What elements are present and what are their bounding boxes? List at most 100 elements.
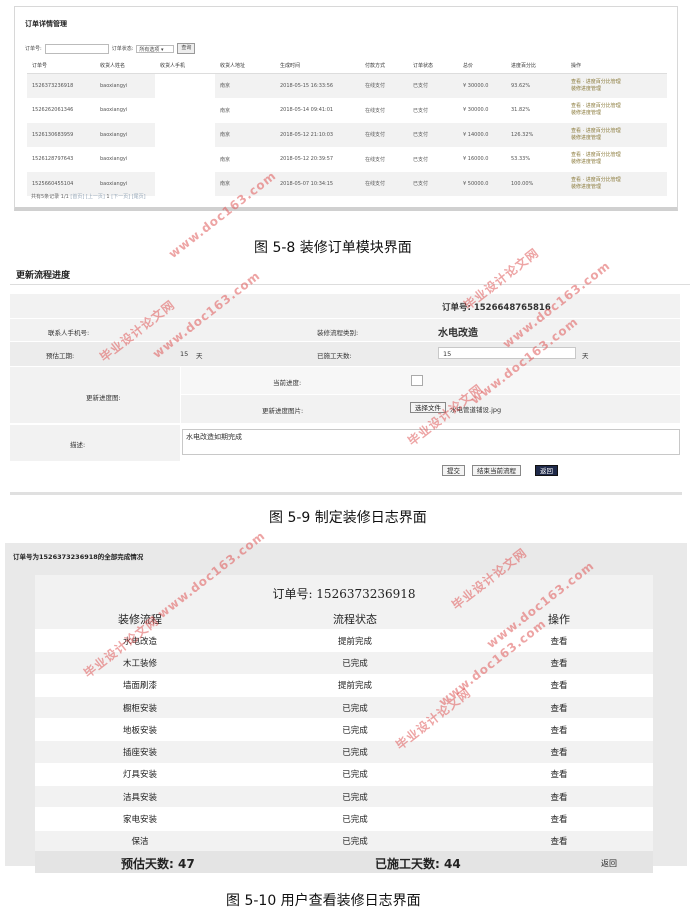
order-cell: 2018-05-12 21:10:03 <box>275 122 360 148</box>
order-cell: 已支付 <box>408 147 458 172</box>
first-page-link[interactable]: [首页] <box>70 194 84 200</box>
order-cell: ¥ 16000.0 <box>458 147 506 172</box>
view-process-link[interactable]: 查看 <box>465 807 653 831</box>
process-type-label: 装修流程类别: <box>317 329 359 337</box>
prev-page-link[interactable]: [上一页] <box>86 194 105 200</box>
order-cell <box>155 98 215 123</box>
process-cell: 插座安装 <box>35 740 245 764</box>
order-cell: ¥ 50000.0 <box>458 171 506 197</box>
manage-progress-link[interactable]: 装修进度管理 <box>571 159 666 166</box>
order-actions: 查看 · 进度百分比管理 装修进度管理 <box>566 147 667 172</box>
process-cell: 地板安装 <box>35 718 245 741</box>
order-number-row: 订单号: 1526648765816 <box>10 293 680 319</box>
view-process-link[interactable]: 查看 <box>465 762 653 786</box>
process-row: 橱柜安装 已完成 查看 <box>35 695 653 719</box>
estimated-duration-label: 预估工期: <box>46 352 75 360</box>
days-worked-unit: 天 <box>582 352 589 360</box>
order-number-input[interactable] <box>44 43 109 54</box>
view-progress-link[interactable]: 查看 · 进度百分比管理 <box>571 79 666 86</box>
process-cell: 橱柜安装 <box>35 695 245 719</box>
description-row: 描述: 水电改造如期完成 <box>10 424 680 461</box>
completion-panel: 订单号: 1526373236918 装修流程 流程状态 操作 水电改造 提前完成 查看… <box>35 575 653 873</box>
view-process-link[interactable]: 查看 <box>465 785 653 808</box>
order-cell: 93.62% <box>506 73 566 99</box>
next-page-link[interactable]: [下一页] <box>111 194 130 200</box>
process-cell: 已完成 <box>245 785 465 808</box>
order-cell <box>155 122 215 148</box>
broken-image-icon <box>411 375 423 386</box>
order-cell: 31.82% <box>506 98 566 123</box>
submit-button[interactable]: 提交 <box>442 465 465 476</box>
process-row: 墙面刷漆 提前完成 查看 <box>35 673 653 697</box>
order-cell: 2018-05-14 09:41:01 <box>275 98 360 123</box>
process-cell: 已完成 <box>245 651 465 675</box>
progress-image-row: 更新进度图: 当前进度: 更新进度图片: 选择文件 水电管道铺设.jpg <box>10 366 680 423</box>
order-cell: 已支付 <box>408 171 458 197</box>
description-label: 描述: <box>70 441 86 449</box>
description-label-cell <box>10 425 180 461</box>
contact-row: 联系人手机号: 装修流程类别: 水电改造 <box>10 318 680 341</box>
order-status-select[interactable]: 所有选项 ▾ <box>136 44 175 53</box>
worked-days: 已施工天数: 44 <box>375 857 461 871</box>
order-row: 1526130683959 baoxiangyi 南京 2018-05-12 21:1… <box>27 122 667 148</box>
order-actions: 查看 · 进度百分比管理 装修进度管理 <box>566 171 667 197</box>
manage-progress-link[interactable]: 装修进度管理 <box>571 135 666 142</box>
view-process-link[interactable]: 查看 <box>465 695 653 719</box>
order-cell: baoxiangyi <box>95 98 155 123</box>
order-filter-bar: 订单号: 订单状态: 所有选项 ▾ 查询 <box>25 43 196 54</box>
order-actions: 查看 · 进度百分比管理 装修进度管理 <box>566 73 667 99</box>
process-table-header: 装修流程 流程状态 操作 <box>35 608 653 630</box>
order-cell: 在线支付 <box>360 98 408 123</box>
manage-progress-link[interactable]: 装修进度管理 <box>571 86 666 93</box>
process-cell: 提前完成 <box>245 673 465 697</box>
process-col-header: 操作 <box>548 612 570 626</box>
view-progress-link[interactable]: 查看 · 进度百分比管理 <box>571 128 666 135</box>
order-row: 1526128797643 baoxiangyi 南京 2018-05-12 20:3… <box>27 147 667 172</box>
order-cell <box>155 171 215 197</box>
process-row: 插座安装 已完成 查看 <box>35 740 653 764</box>
search-button[interactable]: 查询 <box>177 43 196 54</box>
pagination: 共有5条记录 1/1 [首页] [上一页] 1 [下一页] [尾页] <box>31 193 146 200</box>
estimated-duration-value: 15 <box>180 350 189 358</box>
view-process-link[interactable]: 查看 <box>465 718 653 741</box>
manage-progress-link[interactable]: 装修进度管理 <box>571 110 666 117</box>
finish-process-button[interactable]: 结束当前流程 <box>472 465 521 476</box>
order-col-header: 订单号 <box>27 57 95 74</box>
pagination-summary: 共有5条记录 1/1 <box>31 194 69 200</box>
days-worked-label: 已施工天数: <box>317 352 352 360</box>
process-cell: 家电安装 <box>35 807 245 831</box>
manage-progress-link[interactable]: 装修进度管理 <box>571 184 666 191</box>
order-col-header: 收货人地址 <box>215 57 275 74</box>
process-cell: 已完成 <box>245 807 465 831</box>
back-button[interactable]: 返回 <box>535 465 558 476</box>
order-cell: 2018-05-07 10:34:15 <box>275 171 360 197</box>
return-link[interactable]: 返回 <box>601 858 617 869</box>
process-cell: 洁具安装 <box>35 785 245 808</box>
order-row: 1526262061346 baoxiangyi 南京 2018-05-14 09:4… <box>27 98 667 123</box>
completion-summary-row: 预估天数: 47 已施工天数: 44 返回 <box>35 851 653 873</box>
view-process-link[interactable]: 查看 <box>465 673 653 697</box>
order-table-header: 订单号 收货人姓名 收货人手机 收货人地址 生成时间 付款方式 订单状态 总价 进度百分比 操作 <box>27 57 667 74</box>
order-cell: baoxiangyi <box>95 147 155 172</box>
view-process-link[interactable]: 查看 <box>465 740 653 764</box>
order-cell: baoxiangyi <box>95 122 155 148</box>
process-row: 木工装修 已完成 查看 <box>35 651 653 675</box>
order-col-header: 总价 <box>458 57 506 74</box>
last-page-link[interactable]: [尾页] <box>132 194 146 200</box>
order-cell: ¥ 30000.0 <box>458 98 506 123</box>
order-management-title: 订单详情管理 <box>25 20 67 28</box>
estimated-duration-unit: 天 <box>196 352 203 360</box>
order-col-header: 收货人手机 <box>155 57 215 74</box>
view-process-link[interactable]: 查看 <box>465 829 653 852</box>
current-page: 1 <box>106 194 110 200</box>
order-cell: 126.32% <box>506 122 566 148</box>
order-col-header: 操作 <box>566 57 667 74</box>
order-col-header: 订单状态 <box>408 57 458 74</box>
view-progress-link[interactable]: 查看 · 进度百分比管理 <box>571 177 666 184</box>
order-col-header: 付款方式 <box>360 57 408 74</box>
order-cell: 在线支付 <box>360 171 408 197</box>
current-progress-label: 当前进度: <box>273 379 302 387</box>
order-status-value: 所有选项 <box>139 46 160 53</box>
order-cell: 2018-05-15 16:33:56 <box>275 73 360 99</box>
estimated-days: 预估天数: 47 <box>121 857 195 871</box>
